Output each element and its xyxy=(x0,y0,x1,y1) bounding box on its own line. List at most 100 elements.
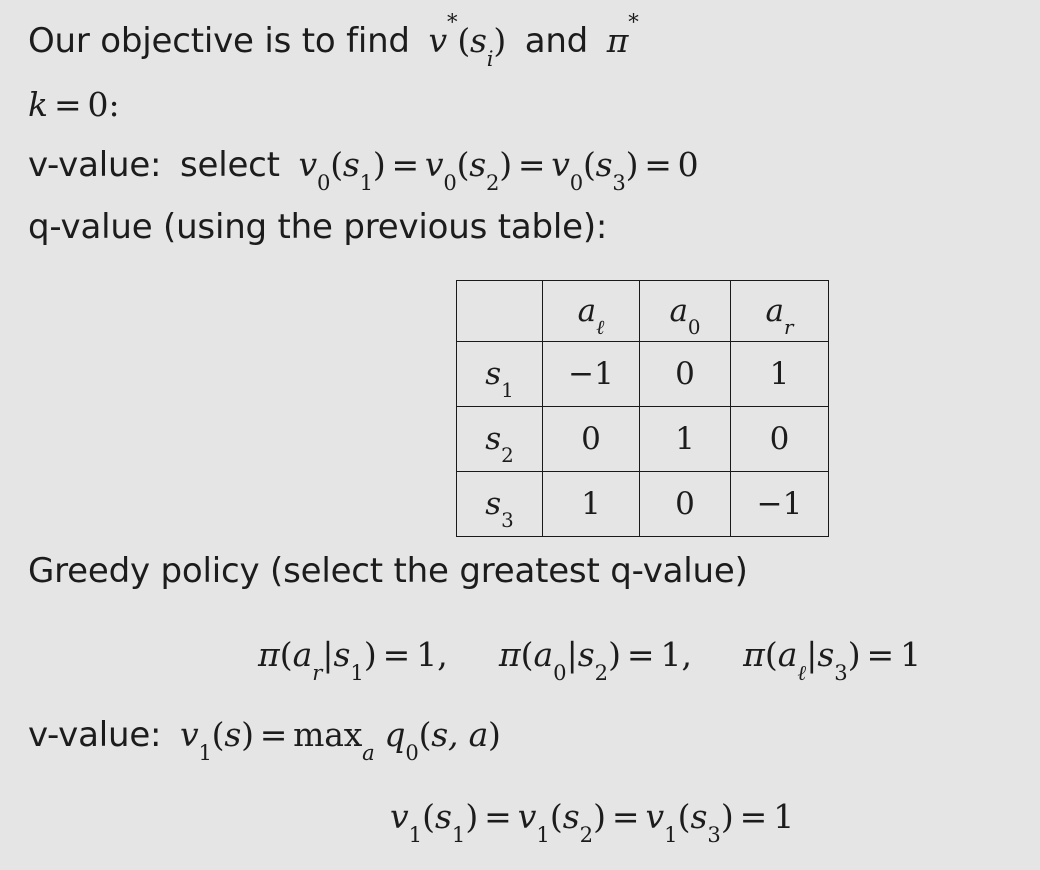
v-value-label: v-value: xyxy=(28,145,162,185)
col-head-2-symbol: a xyxy=(765,293,784,329)
table-row-header-s3: s3 xyxy=(456,471,543,537)
table-cell: 1 xyxy=(639,406,731,472)
k-colon: : xyxy=(108,85,120,124)
vf-s1-sub: 1 xyxy=(451,821,466,847)
action-symbol-3: a xyxy=(777,635,798,674)
objective-prefix: Our objective is to find xyxy=(28,21,410,61)
vf-eq-1: = xyxy=(484,797,512,836)
v-value-one-formula: v1(s) = maxa q0(s, a) xyxy=(179,715,501,765)
row-head-0-symbol: s xyxy=(485,356,502,392)
pi-star: * xyxy=(628,9,639,35)
vf-eq-2: = xyxy=(611,797,640,836)
s2-symbol: s xyxy=(469,145,486,184)
row-head-2-symbol: s xyxy=(485,486,502,522)
v0-symbol-c: v xyxy=(551,145,570,184)
v1-equals: = xyxy=(259,715,288,754)
col-head-0-sub: ℓ xyxy=(596,316,605,340)
vf-s2-sub: 2 xyxy=(579,821,594,847)
vf-symbol-b: v xyxy=(517,797,537,836)
max-subscript: a xyxy=(362,739,375,765)
s1-sub: 1 xyxy=(359,169,373,195)
policy-value-1: 1 xyxy=(416,635,438,674)
table-cell: 0 xyxy=(639,471,731,537)
vf-symbol-a: v xyxy=(390,797,409,836)
vf-sub-b: 1 xyxy=(536,821,550,847)
v0-sub-c: 0 xyxy=(569,169,583,195)
action-symbol-2: a xyxy=(533,635,554,674)
table-cell: 1 xyxy=(542,471,640,537)
policy-eq-2: = xyxy=(626,635,655,674)
col-head-2-sub: r xyxy=(784,316,794,340)
v-final-line: v1(s1) = v1(s2) = v1(s3) = 1 xyxy=(390,797,795,847)
policy-comma-2: , xyxy=(681,635,693,674)
objective-conjunction: and xyxy=(524,21,589,61)
eq-3: = xyxy=(644,145,672,184)
vf-eq-3: = xyxy=(739,797,768,836)
action-sub-1: r xyxy=(312,659,323,685)
action-sub-3: ℓ xyxy=(797,659,807,685)
row-head-1-symbol: s xyxy=(485,421,502,457)
k-equals: = xyxy=(53,85,82,124)
v-value-one-label: v-value: xyxy=(28,715,162,755)
state-symbol: s xyxy=(470,21,487,60)
policy-item-1: π(ar|s1) = 1, xyxy=(258,635,448,685)
slide-canvas: Our objective is to find v*(si) and π* k = 0:… xyxy=(0,0,1040,870)
state-sub-2: 2 xyxy=(594,659,609,685)
table-cell: −1 xyxy=(542,341,640,407)
eq-2: = xyxy=(517,145,546,184)
v0-sub-a: 0 xyxy=(316,169,331,195)
vf-s1: s xyxy=(434,797,452,836)
table-row: s3 1 0 −1 xyxy=(456,471,829,537)
vf-s3: s xyxy=(690,797,708,836)
v1-sub: 1 xyxy=(198,739,212,765)
row-head-1-sub: 2 xyxy=(501,444,514,468)
vf-result: 1 xyxy=(773,797,795,836)
vf-symbol-c: v xyxy=(645,797,665,836)
iteration-line: k = 0: xyxy=(28,88,120,121)
s3-symbol: s xyxy=(595,145,613,184)
policy-eq-3: = xyxy=(866,635,895,674)
eq-1: = xyxy=(391,145,419,184)
policy-eq-1: = xyxy=(382,635,411,674)
v-value-one-line: v-value: v1(s) = maxa q0(s, a) xyxy=(28,715,501,765)
pi-symbol-3: π xyxy=(743,635,765,674)
state-sub-1: 1 xyxy=(350,659,364,685)
table-column-header-a0: a0 xyxy=(639,280,731,342)
v1-symbol: v xyxy=(179,715,199,754)
k-symbol: k xyxy=(28,85,48,124)
table-cell: 0 xyxy=(542,406,640,472)
greedy-policy-line: Greedy policy (select the greatest q-val… xyxy=(28,551,748,591)
policy-value-3: 1 xyxy=(900,635,922,674)
v0-symbol-b: v xyxy=(424,145,444,184)
v-star: * xyxy=(446,9,458,35)
table-header-row: aℓ a0 ar xyxy=(456,280,829,342)
table-cell: 1 xyxy=(730,341,829,407)
pi-formula: π* xyxy=(607,11,639,60)
state-symbol-3: s xyxy=(817,635,835,674)
vf-s3-sub: 3 xyxy=(707,821,721,847)
action-symbol-1: a xyxy=(292,635,313,674)
condition-bar-2: | xyxy=(566,635,578,674)
max-operator: max xyxy=(293,715,363,754)
pi-symbol-1: π xyxy=(258,635,280,674)
s1-symbol: s xyxy=(342,145,360,184)
action-sub-2: 0 xyxy=(553,659,567,685)
v-value-zero-formula: v0(s1) = v0(s2) = v0(s3) = 0 xyxy=(298,145,699,195)
table-cell: −1 xyxy=(730,471,829,537)
policy-item-2: π(a0|s2) = 1, xyxy=(498,635,693,685)
s3-sub: 3 xyxy=(612,169,626,195)
condition-bar-1: | xyxy=(322,635,334,674)
table-row: s2 0 1 0 xyxy=(456,406,829,472)
vf-sub-c: 1 xyxy=(664,821,678,847)
q-value-table: aℓ a0 ar s 1 −1 0 1 s2 0 1 0 s3 1 0 −1 xyxy=(456,280,829,537)
policy-equations-line: π(ar|s1) = 1, π(a0|s2) = 1, π(aℓ|s3) = 1 xyxy=(258,635,922,685)
objective-formula: v*(si) xyxy=(429,11,507,69)
v-value-verb: select xyxy=(179,145,280,185)
close-paren: ) xyxy=(493,21,507,60)
q0-args: s, a xyxy=(431,715,489,754)
vf-s2: s xyxy=(562,797,580,836)
table-column-header-al: aℓ xyxy=(542,280,640,342)
q0-sub: 0 xyxy=(405,739,419,765)
table-corner-cell xyxy=(456,280,543,342)
policy-item-3: π(aℓ|s3) = 1 xyxy=(743,635,922,685)
